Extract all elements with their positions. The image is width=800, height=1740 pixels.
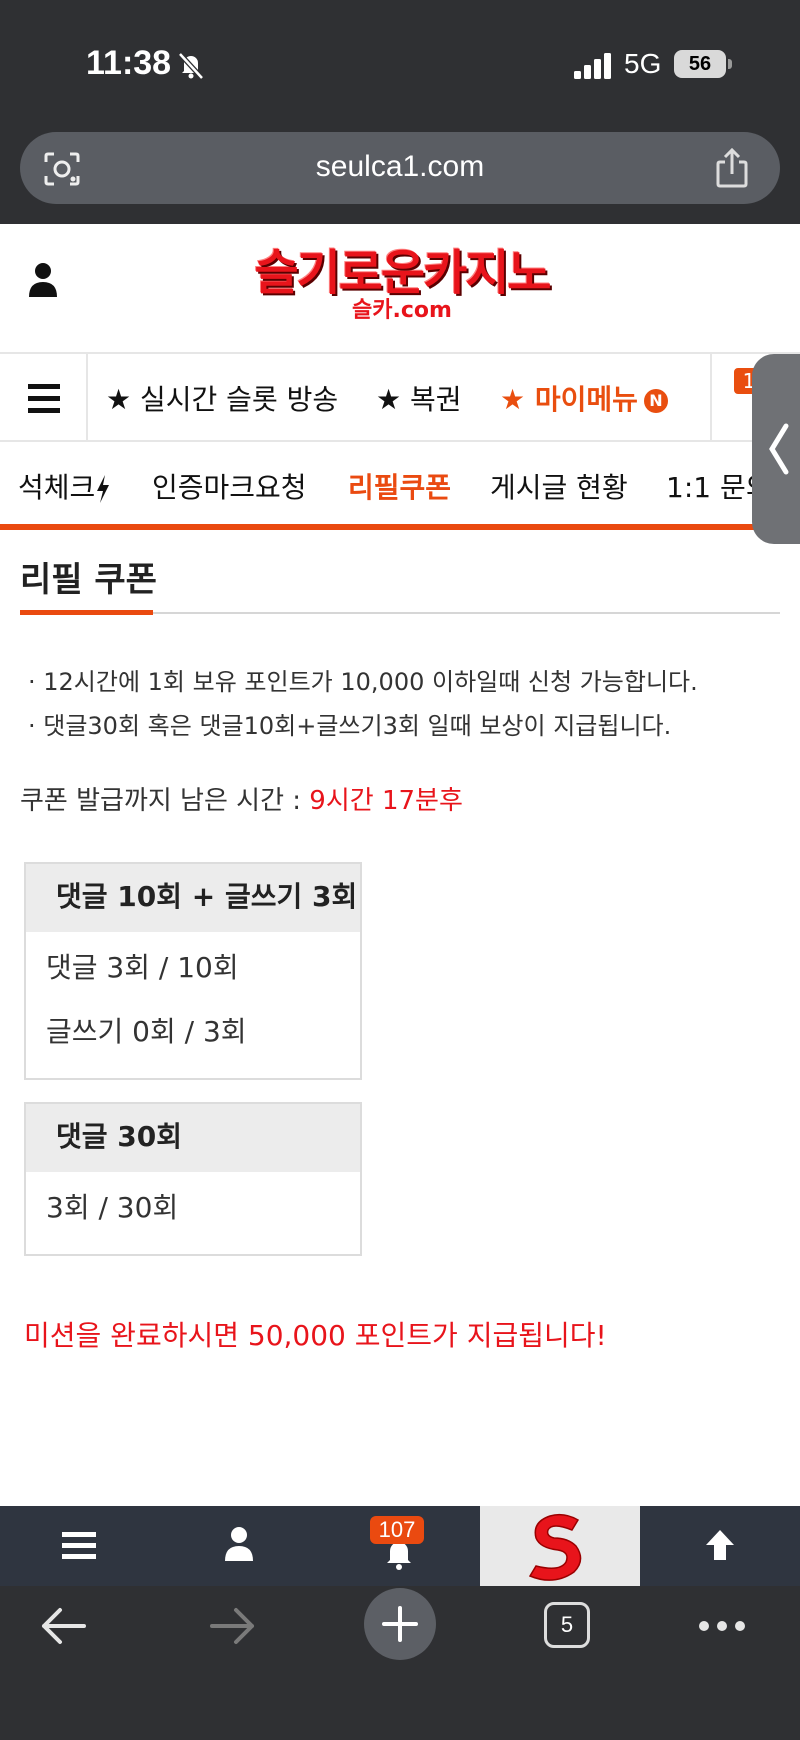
- sub-nav: 석체크 인증마크요청 리필쿠폰 게시글 현황 1:1 문의: [0, 442, 800, 530]
- main-nav: ★ 실시간 슬롯 방송 ★ 복권 ★ 마이메뉴 N 1: [0, 352, 800, 442]
- logo-sub-text: 슬카.com: [352, 298, 452, 323]
- user-icon[interactable]: [28, 262, 58, 298]
- mission-box-title: 댓글 30회: [26, 1104, 360, 1172]
- s-logo-icon: [528, 1513, 582, 1581]
- sub-item-attendance-label: 석체크: [18, 471, 96, 504]
- new-badge: N: [643, 389, 668, 413]
- plus-icon: [382, 1606, 418, 1642]
- signal-icon: [574, 53, 611, 79]
- new-tab-button[interactable]: [364, 1588, 436, 1660]
- status-time: 11:38: [86, 44, 172, 82]
- notification-count-badge: 107: [370, 1516, 424, 1544]
- menu-icon: [62, 1532, 96, 1559]
- bottom-menu-button[interactable]: [0, 1506, 160, 1586]
- site-s-logo[interactable]: [480, 1506, 640, 1586]
- browser-address-area: seulca1.com: [0, 122, 800, 224]
- site-header: 슬기로운카지노 슬카.com: [0, 224, 800, 352]
- user-icon: [225, 1527, 253, 1561]
- browser-toolbar: 5: [0, 1586, 800, 1740]
- rule-line: · 12시간에 1회 보유 포인트가 10,000 이하일때 신청 가능합니다.: [28, 668, 698, 696]
- share-icon[interactable]: [712, 146, 752, 190]
- sub-item-cert-mark[interactable]: 인증마크요청: [152, 466, 307, 506]
- sub-item-post-status[interactable]: 게시글 현황: [490, 466, 628, 506]
- rule-line: · 댓글30회 혹은 댓글10회+글쓰기3회 일때 보상이 지급됩니다.: [28, 712, 672, 740]
- site-bottom-bar: 107: [0, 1506, 800, 1586]
- sub-item-refill-coupon[interactable]: 리필쿠폰: [348, 466, 451, 506]
- network-label: 5G: [624, 48, 662, 79]
- side-panel-handle[interactable]: [752, 354, 800, 544]
- mission-box-combo: 댓글 10회 + 글쓰기 3회 댓글 3회 / 10회 글쓰기 0회 / 3회: [24, 862, 362, 1080]
- nav-item-mymenu-label: ★ 마이메뉴: [500, 383, 638, 416]
- logo-main-text: 슬기로운카지노: [254, 245, 551, 301]
- url-text[interactable]: seulca1.com: [20, 150, 780, 184]
- menu-icon[interactable]: [0, 354, 88, 440]
- lightning-icon: [97, 475, 110, 503]
- mission-progress-row: 글쓰기 0회 / 3회: [46, 1015, 247, 1048]
- page-title: 리필 쿠폰: [20, 560, 157, 600]
- mission-box-title: 댓글 10회 + 글쓰기 3회: [26, 864, 360, 932]
- status-bar: 11:38 5G 56: [0, 0, 800, 122]
- mission-box-comments: 댓글 30회 3회 / 30회: [24, 1102, 362, 1256]
- site-logo[interactable]: 슬기로운카지노 슬카.com: [254, 245, 551, 328]
- mission-progress-row: 3회 / 30회: [46, 1191, 179, 1224]
- nav-item-slot-live[interactable]: ★ 실시간 슬롯 방송: [106, 378, 338, 418]
- title-divider-accent: [20, 610, 153, 615]
- chevron-left-icon: [769, 423, 789, 475]
- sub-item-attendance[interactable]: 석체크: [18, 466, 111, 506]
- arrow-up-icon: [706, 1530, 734, 1560]
- back-arrow-icon[interactable]: [40, 1606, 86, 1646]
- nav-item-lottery[interactable]: ★ 복권: [376, 378, 462, 418]
- remaining-time-value: 9시간 17분후: [309, 786, 463, 816]
- battery-icon: 56: [674, 50, 732, 78]
- nav-item-mymenu[interactable]: ★ 마이메뉴 N: [500, 378, 668, 418]
- nav-divider: [710, 354, 712, 440]
- mission-reward-note: 미션을 완료하시면 50,000 포인트가 지급됩니다!: [24, 1319, 607, 1352]
- mission-progress-row: 댓글 3회 / 10회: [46, 951, 239, 984]
- tabs-button[interactable]: 5: [544, 1602, 590, 1648]
- bottom-user-button[interactable]: [160, 1506, 320, 1586]
- scroll-top-button[interactable]: [640, 1506, 800, 1586]
- address-bar[interactable]: seulca1.com: [20, 132, 780, 204]
- remaining-time-label: 쿠폰 발급까지 남은 시간 :: [20, 786, 302, 816]
- forward-arrow-icon[interactable]: [210, 1606, 256, 1646]
- remaining-time: 쿠폰 발급까지 남은 시간 : 9시간 17분후: [20, 780, 463, 817]
- more-icon[interactable]: [698, 1620, 746, 1632]
- bell-muted-icon: [178, 52, 204, 80]
